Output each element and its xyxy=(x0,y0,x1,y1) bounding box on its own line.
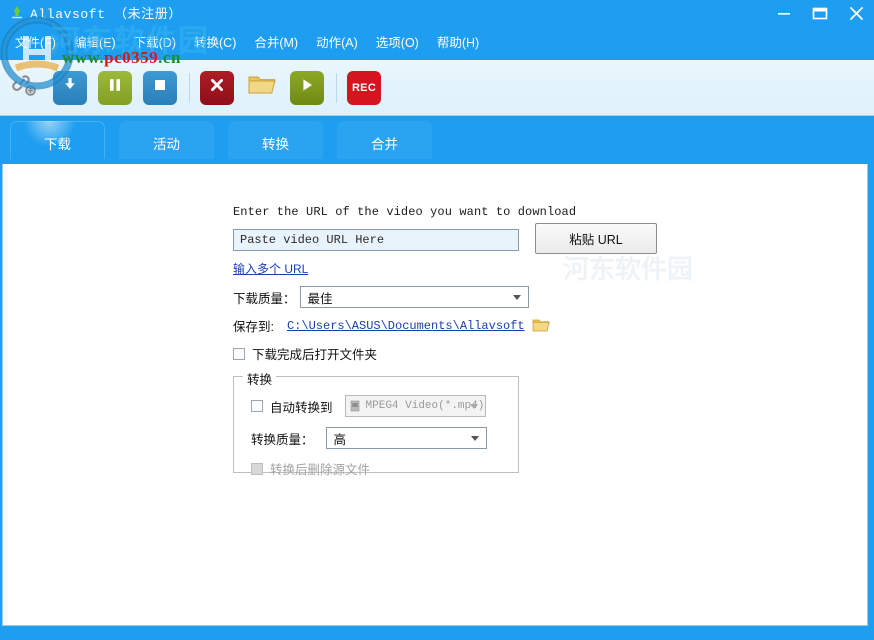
convert-quality-label: 转换质量： xyxy=(251,432,314,447)
toolbar-separator-2 xyxy=(336,72,337,103)
url-prompt-label: Enter the URL of the video you want to d… xyxy=(233,205,577,219)
save-to-label: 保存到: xyxy=(233,320,274,334)
link-plus-icon xyxy=(10,70,40,105)
tab-merge[interactable]: 合并 xyxy=(337,121,432,164)
chevron-down-icon xyxy=(470,436,479,441)
chevron-down-icon xyxy=(512,295,521,300)
menu-item-convert[interactable]: 转换(C) xyxy=(185,28,245,55)
url-entry-row: Paste video URL Here 粘贴 URL xyxy=(233,223,657,254)
tab-download-label: 下载 xyxy=(44,136,71,152)
record-button[interactable]: REC xyxy=(347,70,381,105)
download-form: Enter the URL of the video you want to d… xyxy=(233,205,657,477)
bottom-bar xyxy=(0,628,874,640)
delete-source-label: 转换后删除源文件 xyxy=(270,463,371,477)
close-icon[interactable] xyxy=(838,0,874,26)
download-quality-row: 下载质量： 最佳 xyxy=(233,286,653,308)
convert-quality-value: 高 xyxy=(333,432,347,447)
auto-convert-row: 自动转换到 MPEG4 Video(*.mp4) xyxy=(251,395,518,417)
stop-icon xyxy=(151,76,169,99)
download-quality-label: 下载质量： xyxy=(233,291,296,306)
app-logo-icon xyxy=(8,4,26,22)
tab-strip: 下载 活动 转换 合并 xyxy=(0,116,874,164)
stop-button[interactable] xyxy=(143,70,177,105)
open-folder-button[interactable] xyxy=(245,71,279,105)
open-folder-checkbox-row[interactable]: 下载完成后打开文件夹 xyxy=(233,344,653,363)
download-arrow-icon xyxy=(60,75,80,100)
tab-activity[interactable]: 活动 xyxy=(119,121,214,164)
save-to-row: 保存到: C:\Users\ASUS\Documents\Allavsoft xyxy=(233,316,653,335)
download-quality-select[interactable]: 最佳 xyxy=(299,286,529,308)
delete-button[interactable] xyxy=(200,70,234,105)
url-input[interactable]: Paste video URL Here xyxy=(233,229,519,251)
add-url-button[interactable] xyxy=(8,71,42,105)
download-button[interactable] xyxy=(53,70,87,105)
pause-button[interactable] xyxy=(98,70,132,105)
menu-item-options[interactable]: 选项(O) xyxy=(367,28,428,55)
play-icon xyxy=(298,76,316,99)
pause-icon xyxy=(106,76,124,99)
tab-convert[interactable]: 转换 xyxy=(228,121,323,164)
menu-item-action[interactable]: 动作(A) xyxy=(307,28,367,55)
play-button[interactable] xyxy=(290,70,324,105)
convert-group-title: 转换 xyxy=(243,369,277,388)
auto-convert-label: 自动转换到 xyxy=(270,400,333,415)
tab-activity-label: 活动 xyxy=(153,136,180,152)
title-bar: Allavsoft （未注册） xyxy=(0,0,874,26)
convert-group-body: 自动转换到 MPEG4 Video(*.mp4) 转换质量： 高 转换后删除源文… xyxy=(234,377,518,478)
convert-quality-row: 转换质量： 高 xyxy=(251,427,518,449)
multi-url-link[interactable]: 输入多个 URL xyxy=(233,260,308,277)
menu-bar: 文件(F) 编辑(E) 下载(D) 转换(C) 合并(M) 动作(A) 选项(O… xyxy=(0,26,874,56)
convert-group: 转换 自动转换到 MPEG4 Video(*.mp4) 转换质量： 高 转换后删… xyxy=(233,369,519,477)
delete-source-row: 转换后删除源文件 xyxy=(251,459,518,478)
tab-merge-label: 合并 xyxy=(371,136,398,152)
paste-url-button[interactable]: 粘贴 URL xyxy=(535,223,657,254)
rec-icon: REC xyxy=(351,81,377,94)
menu-item-help[interactable]: 帮助(H) xyxy=(428,28,488,55)
toolbar: REC xyxy=(0,60,874,116)
menu-item-edit[interactable]: 编辑(E) xyxy=(65,28,125,55)
window-controls xyxy=(766,0,874,26)
toolbar-separator-1 xyxy=(189,72,190,103)
minimize-icon[interactable] xyxy=(766,0,802,26)
menu-item-download[interactable]: 下载(D) xyxy=(125,28,185,55)
save-to-path[interactable]: C:\Users\ASUS\Documents\Allavsoft xyxy=(287,319,525,333)
convert-quality-select[interactable]: 高 xyxy=(325,427,487,449)
open-folder-checkbox[interactable] xyxy=(233,347,245,360)
chevron-down-icon xyxy=(469,404,478,409)
convert-format-select[interactable]: MPEG4 Video(*.mp4) xyxy=(344,395,486,417)
auto-convert-checkbox[interactable] xyxy=(251,400,263,412)
delete-source-checkbox xyxy=(251,462,263,475)
tab-convert-label: 转换 xyxy=(262,136,289,152)
open-folder-checkbox-label: 下载完成后打开文件夹 xyxy=(252,348,378,362)
download-panel: Enter the URL of the video you want to d… xyxy=(2,164,868,626)
menu-item-merge[interactable]: 合并(M) xyxy=(245,28,307,55)
window-title: Allavsoft （未注册） xyxy=(30,7,183,22)
close-x-icon xyxy=(208,76,226,99)
tab-download[interactable]: 下载 xyxy=(10,121,105,164)
convert-format-value: MPEG4 Video(*.mp4) xyxy=(365,400,485,412)
video-file-icon xyxy=(350,400,362,412)
maximize-icon[interactable] xyxy=(802,0,838,26)
menu-item-file[interactable]: 文件(F) xyxy=(6,28,65,55)
download-quality-value: 最佳 xyxy=(307,291,333,306)
application-window: Allavsoft （未注册） 文件(F) 编辑(E) 下载(D) 转换(C) xyxy=(0,0,874,640)
folder-icon xyxy=(247,72,277,103)
browse-folder-icon[interactable] xyxy=(532,318,550,333)
